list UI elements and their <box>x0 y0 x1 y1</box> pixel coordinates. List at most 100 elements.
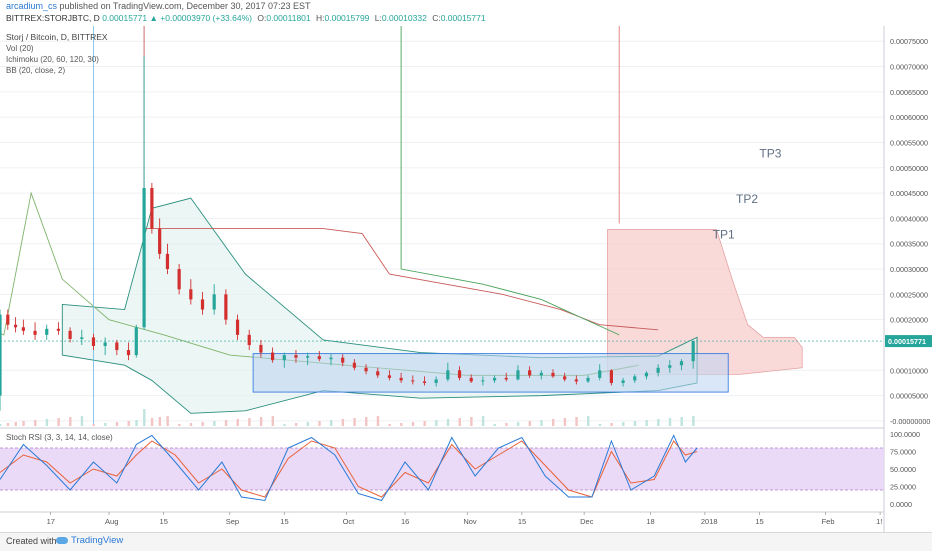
volume-bar <box>22 421 25 426</box>
candle-body <box>317 356 321 360</box>
candle-body <box>457 370 462 378</box>
candle-body <box>177 269 181 290</box>
change-arrow-icon: ▲ <box>149 13 158 23</box>
candle-body <box>212 294 216 310</box>
candle <box>150 182 154 234</box>
volume-bar <box>178 424 181 426</box>
candle-body <box>586 377 590 382</box>
publish-line: arcadium_cs published on TradingView.com… <box>6 1 311 11</box>
time-tick-label: Feb <box>822 517 835 526</box>
candle-body <box>598 370 602 378</box>
volume-bar <box>201 422 204 426</box>
quote-line: BITTREX:STORJBTC, D 0.00015771 ▲ +0.0000… <box>6 13 486 23</box>
volume-bar <box>587 416 590 426</box>
volume-bar <box>271 416 274 426</box>
volume-bar <box>57 418 60 426</box>
volume-bar <box>657 419 660 426</box>
volume-bar <box>150 418 154 426</box>
volume-bar <box>318 421 321 426</box>
volume-bar <box>458 418 461 426</box>
volume-bar <box>0 424 2 426</box>
stoch-tick-label: 0.0000 <box>890 500 912 509</box>
candle-body <box>165 253 170 270</box>
candle-body <box>528 370 532 376</box>
candle-body <box>656 367 660 373</box>
legend-title: Storj / Bitcoin, D, BITTREX <box>6 32 108 42</box>
time-tick-label: Oct <box>343 517 356 526</box>
volume-bar <box>645 420 648 426</box>
candle-body <box>644 372 649 377</box>
tradingview-link[interactable]: TradingView <box>56 535 123 546</box>
last-price-badge-text: 0.00015771 <box>888 337 926 346</box>
time-tick-label: 2018 <box>701 517 718 526</box>
target-label-tp1: TP1 <box>713 228 735 242</box>
volume-bar <box>115 422 119 426</box>
volume-bar <box>14 422 17 426</box>
candle-body <box>6 314 10 325</box>
volume-bar <box>528 421 532 426</box>
candle-body <box>481 380 485 382</box>
volume-bar <box>69 417 72 426</box>
volume-bar <box>400 423 403 426</box>
volume-bar <box>330 420 333 426</box>
price-tick-label: 0.00060000 <box>890 113 928 122</box>
footer: Created with TradingView <box>0 532 932 551</box>
candle-body <box>411 380 415 382</box>
symbol-label: BITTREX:STORJBTC, D <box>6 13 100 23</box>
price-tick-label: 0.00020000 <box>890 316 928 325</box>
published-text: published on TradingView.com, December 3… <box>59 1 311 11</box>
volume-bar <box>563 418 567 426</box>
price-tick-label: 0.00040000 <box>890 214 928 223</box>
price-tick-label: 0.00070000 <box>890 63 928 72</box>
candle-body <box>189 289 193 300</box>
candle-body <box>376 371 380 376</box>
candle-body <box>158 228 162 254</box>
candle-body <box>45 328 49 335</box>
volume-bar <box>680 417 683 426</box>
volume-bar <box>189 423 193 426</box>
candle-body <box>504 377 508 380</box>
time-tick-label: 16 <box>401 517 409 526</box>
stoch-band <box>0 448 884 490</box>
volume-bar <box>575 417 578 426</box>
candle <box>224 289 228 325</box>
candle-body <box>142 188 146 328</box>
volume-bar <box>143 409 146 426</box>
volume-bar <box>388 424 391 426</box>
candle-body <box>306 356 310 358</box>
price-tick-label: 0.00065000 <box>890 88 928 97</box>
legend-bb: BB (20, close, 2) <box>6 66 65 75</box>
candle-body <box>21 327 25 331</box>
candle-body <box>56 328 61 331</box>
volume-bar <box>493 424 496 426</box>
candle-body <box>80 337 84 339</box>
volume-bar <box>80 416 84 426</box>
candle-body <box>469 377 473 382</box>
time-tick-label: 15 <box>755 517 763 526</box>
volume-bar <box>622 422 625 426</box>
volume-bar <box>598 424 602 426</box>
time-tick-label: Sep <box>226 517 239 526</box>
change-value: +0.00003970 (+33.64%) <box>160 13 252 23</box>
candle-body <box>574 379 578 382</box>
candle-body <box>13 324 18 328</box>
volume-bar <box>365 417 368 426</box>
candle-body <box>235 319 240 335</box>
candle-body <box>134 327 138 356</box>
price-tick-label: 0.00075000 <box>890 37 928 46</box>
volume-bar <box>248 418 251 426</box>
volume-bar <box>353 418 356 426</box>
volume-bar <box>411 422 415 426</box>
volume-bar <box>470 417 473 426</box>
low-value: 0.00010332 <box>381 13 427 23</box>
author-link[interactable]: arcadium_cs <box>6 1 57 11</box>
tradingview-brand: TradingView <box>71 535 124 546</box>
candle-body <box>387 375 392 378</box>
open-label: O: <box>257 13 267 23</box>
volume-bar <box>668 418 672 426</box>
time-tick-label: Aug <box>105 517 118 526</box>
price-tick-label: 0.00010000 <box>890 366 928 375</box>
low-label: L: <box>374 13 382 23</box>
chart-canvas[interactable]: TP1 TP2 TP3 0.00075000 0.00070000 0.00065000… <box>0 26 932 532</box>
time-tick-label: 15 <box>280 517 288 526</box>
